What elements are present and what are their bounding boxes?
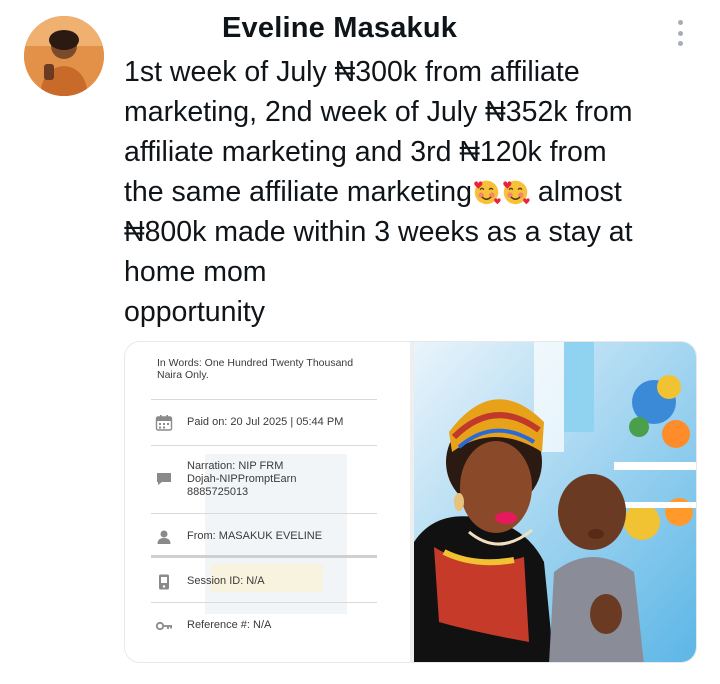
more-vertical-icon[interactable] [672,18,688,48]
avatar-image [24,16,104,96]
divider [151,445,377,446]
divider [151,399,377,400]
post-text: 1st week of July ₦300k from affiliate ma… [124,52,704,332]
chat-icon [157,473,171,485]
post-media[interactable]: In Words: One Hundred Twenty Thousand Na… [124,341,697,663]
receipt-paid-on: Paid on: 20 Jul 2025 | 05:44 PM [187,416,344,428]
divider [151,513,377,514]
divider [151,602,377,603]
smiling-face-with-hearts-icon [474,180,501,205]
post-text-line-with-emoji: the same affiliate marketing almost [124,172,704,212]
user-icon [157,530,171,544]
receipt-image[interactable]: In Words: One Hundred Twenty Thousand Na… [125,342,414,662]
key-icon [155,621,172,631]
receipt-reference: Reference #: N/A [187,619,272,631]
divider [151,555,377,558]
photo-image [414,342,696,662]
receipt-narration: Narration: NIP FRM Dojah-NIPPromptEarn 8… [187,460,297,498]
receipt-in-words: In Words: One Hundred Twenty Thousand Na… [157,357,354,381]
post-text-line: affiliate marketing and 3rd ₦120k from [124,136,607,168]
post-text-segment: almost [529,176,622,208]
receipt-from: From: MASAKUK EVELINE [187,530,323,542]
calendar-icon [155,415,173,431]
post-text-line: marketing, 2nd week of July ₦352k from [124,96,633,128]
post-text-line: ₦800k made within 3 weeks as a stay at [124,216,633,248]
post-text-line: opportunity [124,296,266,328]
author-name[interactable]: Eveline Masakuk [222,12,457,45]
phone-icon [159,574,169,590]
receipt-session-id: Session ID: N/A [187,575,265,587]
smiling-face-with-hearts-icon [503,180,530,205]
author-avatar[interactable] [24,16,104,96]
post-text-segment: the same affiliate marketing [124,176,472,208]
post-text-line: home mom [124,256,267,288]
post-text-line: 1st week of July ₦300k from affiliate [124,56,580,88]
selfie-photo[interactable] [414,342,696,662]
